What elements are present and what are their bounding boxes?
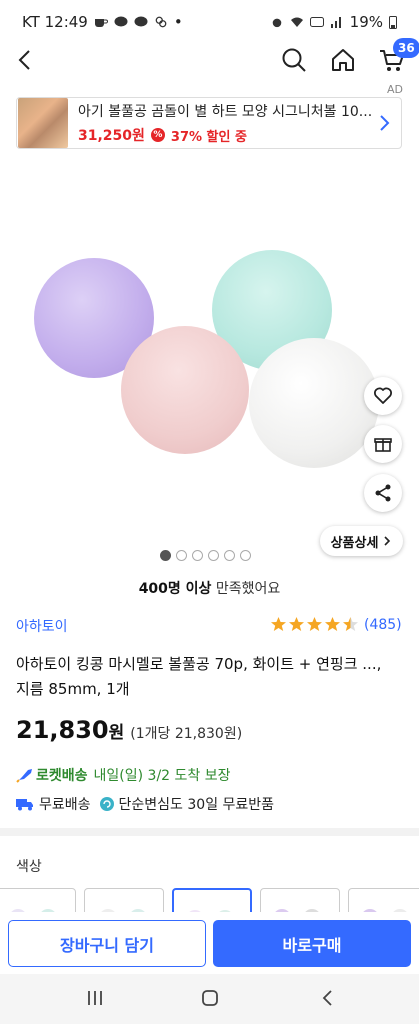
ad-title: 아기 볼풀공 곰돌이 별 하트 모양 시그니처볼 10...	[78, 104, 373, 120]
home-button-icon[interactable]	[201, 989, 219, 1007]
price-row: 21,830 원 (1개당 21,830원)	[16, 716, 242, 744]
hd-icon	[309, 17, 324, 27]
chat-icon	[134, 16, 148, 27]
gallery-dot[interactable]	[240, 550, 251, 561]
gallery-pagination[interactable]	[160, 550, 251, 561]
gallery-dot[interactable]	[208, 550, 219, 561]
product-detail-button[interactable]: 상품상세	[320, 526, 403, 556]
gallery-dot[interactable]	[192, 550, 203, 561]
rocket-date: 내일(일) 3/2 도착 보장	[93, 768, 231, 784]
share-icon	[375, 484, 391, 502]
brand-link[interactable]: 아하토이	[16, 616, 68, 636]
star-icon	[271, 617, 286, 631]
satisfaction-text: 400명 이상 만족했어요	[0, 578, 419, 598]
gallery-dot[interactable]	[160, 550, 171, 561]
star-icon	[307, 617, 322, 631]
gift-icon	[374, 438, 392, 452]
free-return: 단순변심도 30일 무료반품	[118, 797, 275, 813]
home-icon[interactable]	[329, 46, 357, 74]
free-shipping: 무료배송	[39, 797, 91, 813]
product-image[interactable]	[0, 160, 419, 550]
rocket-icon	[16, 769, 32, 783]
ad-thumbnail	[18, 98, 68, 148]
rating-stars[interactable]: (485)	[270, 616, 402, 633]
satisfaction-count: 400명 이상	[138, 581, 212, 597]
product-detail-label: 상품상세	[330, 535, 379, 551]
ad-label: AD	[387, 83, 403, 96]
option-label: 색상	[16, 859, 42, 875]
gallery-dot[interactable]	[224, 550, 235, 561]
system-back-icon[interactable]	[319, 989, 337, 1007]
signal-icon	[330, 17, 341, 28]
truck-icon	[16, 799, 33, 811]
chevron-right-icon	[380, 115, 390, 131]
star-icon	[289, 617, 304, 631]
wifi-icon	[290, 17, 303, 27]
battery-icon	[389, 16, 397, 29]
top-nav	[0, 40, 419, 80]
bottom-action-bar: 장바구니 담기 바로구매	[0, 912, 419, 974]
shipping-info: 무료배송 단순변심도 30일 무료반품	[16, 794, 274, 814]
system-navigation-bar	[0, 974, 419, 1024]
satisfaction-rest: 만족했어요	[211, 581, 281, 597]
chevron-right-icon	[384, 536, 391, 546]
buy-now-button[interactable]: 바로구매	[213, 920, 411, 967]
notification-icon	[94, 19, 108, 27]
status-dot: •	[173, 13, 183, 31]
add-to-cart-button[interactable]: 장바구니 담기	[8, 920, 206, 967]
back-arrow-icon[interactable]	[12, 46, 40, 74]
heart-icon	[374, 387, 392, 404]
rocket-delivery: 로켓배송 내일(일) 3/2 도착 보장	[16, 765, 231, 785]
carrier-time: KT 12:49	[22, 13, 88, 31]
star-icon	[343, 617, 358, 631]
section-divider	[0, 828, 419, 836]
wishlist-button[interactable]	[364, 377, 402, 415]
talk-icon	[114, 16, 128, 27]
ad-discount: 37% 할인 중	[170, 129, 247, 145]
review-count[interactable]: (485)	[364, 617, 402, 633]
status-bar: KT 12:49 • 19%	[0, 0, 419, 44]
recent-apps-icon[interactable]	[86, 989, 104, 1007]
discount-percent-icon: %	[150, 128, 165, 142]
rocket-label: 로켓배송	[36, 768, 88, 784]
alarm-icon	[272, 18, 281, 28]
ball-pink	[121, 326, 249, 454]
battery-text: 19%	[349, 13, 383, 31]
gift-button[interactable]	[364, 425, 402, 463]
share-button[interactable]	[364, 474, 402, 512]
unit-price: (1개당 21,830원)	[130, 726, 243, 742]
price: 21,830	[16, 716, 109, 744]
ball-white	[249, 338, 379, 468]
star-icon	[325, 617, 340, 631]
gallery-dot[interactable]	[176, 550, 187, 561]
ad-price: 31,250원	[78, 128, 145, 144]
cart-count-badge: 36	[393, 38, 419, 58]
product-title: 아하토이 킹콩 마시멜로 볼풀공 70p, 화이트 + 연핑크 ..., 지름 …	[16, 655, 382, 698]
search-icon[interactable]	[280, 46, 308, 74]
price-unit: 원	[108, 723, 125, 743]
ad-banner[interactable]: 아기 볼풀공 곰돌이 별 하트 모양 시그니처볼 10... 31,250원 %…	[16, 97, 402, 149]
pinwheel-icon	[155, 16, 167, 28]
return-icon	[99, 797, 114, 811]
